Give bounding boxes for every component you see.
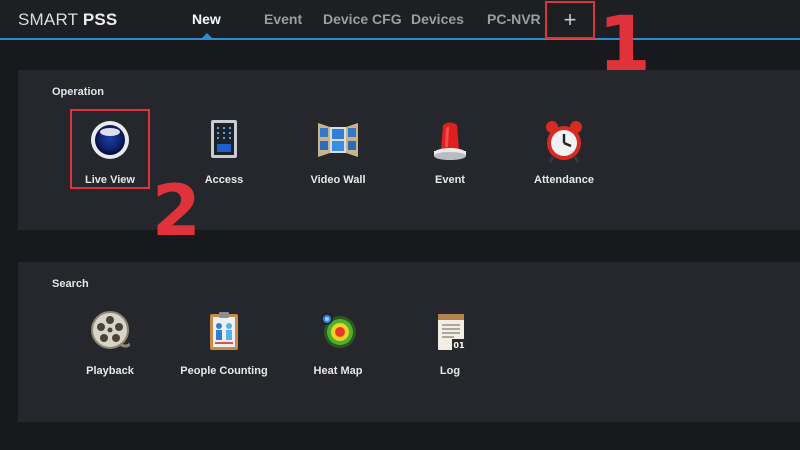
film-reel-icon: [91, 311, 130, 349]
tab-pc-nvr[interactable]: PC-NVR: [487, 11, 541, 27]
plus-icon: +: [563, 7, 577, 32]
tile-label: Event: [435, 174, 465, 186]
people-counting-icon: [210, 312, 238, 350]
people-counting-tile[interactable]: People Counting: [169, 310, 279, 390]
alarm-clock-icon: [546, 121, 582, 163]
tile-label: Log: [439, 365, 461, 377]
live-view-highlight-box: [70, 109, 150, 189]
tile-label: People Counting: [180, 365, 268, 377]
tile-label: Video Wall: [310, 174, 366, 186]
search-title: Search: [52, 278, 89, 290]
tab-device-cfg[interactable]: Device CFG: [323, 11, 402, 27]
alarm-light-icon: [434, 122, 466, 160]
video-wall-icon: [318, 123, 358, 157]
tile-label: Heat Map: [313, 365, 363, 377]
add-tab-button[interactable]: +: [545, 1, 595, 39]
app-logo: SMART PSS: [18, 10, 117, 30]
access-keypad-icon: [211, 120, 237, 158]
svg-text:01: 01: [453, 341, 465, 350]
heat-map-tile[interactable]: Heat Map: [283, 310, 393, 390]
tile-label: Playback: [86, 365, 134, 377]
heat-map-icon: [321, 313, 356, 348]
brand-text-bold: PSS: [82, 10, 118, 29]
tab-new[interactable]: New: [192, 11, 221, 27]
tab-devices[interactable]: Devices: [411, 11, 464, 27]
attendance-tile[interactable]: Attendance: [509, 119, 619, 199]
tab-event[interactable]: Event: [264, 11, 302, 27]
log-tile[interactable]: 01 Log: [395, 310, 505, 390]
log-calendar-icon: 01: [438, 314, 466, 350]
top-bar: SMART PSS New Event Device CFG Devices P…: [0, 0, 800, 40]
operation-title: Operation: [52, 86, 104, 98]
brand-text: SMART: [18, 10, 83, 29]
annotation-number-2: 2: [152, 170, 201, 252]
tile-label: Attendance: [534, 174, 594, 186]
search-panel: Search Playback People Counting Heat Map…: [18, 262, 800, 422]
playback-tile[interactable]: Playback: [55, 310, 165, 390]
video-wall-tile[interactable]: Video Wall: [283, 119, 393, 199]
active-tab-indicator: [202, 33, 212, 38]
event-tile[interactable]: Event: [395, 119, 505, 199]
